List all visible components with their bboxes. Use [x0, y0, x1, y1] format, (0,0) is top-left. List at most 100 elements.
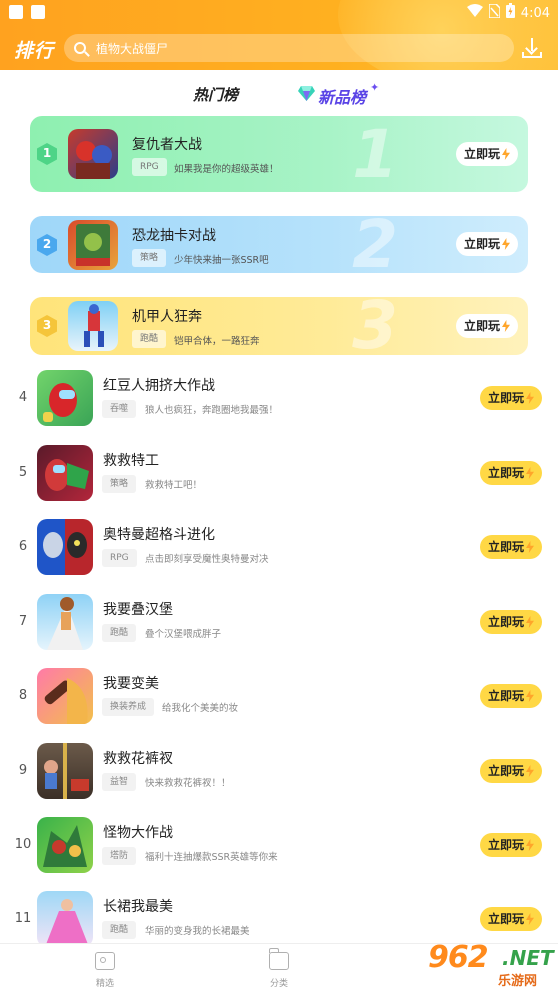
rank-number: 8	[18, 688, 28, 703]
rank-number: 9	[18, 763, 28, 778]
game-name: 我要叠汉堡	[103, 602, 173, 618]
list-item[interactable]: 6 奥特曼超格斗进化 RPG 点击即刻享受魔性奥特曼对决 立即玩	[0, 515, 558, 589]
game-description: 点击即刻享受魔性奥特曼对决	[145, 554, 269, 565]
play-button[interactable]: 立即玩	[480, 461, 542, 485]
game-description: 如果我是你的超级英雄！	[174, 164, 279, 175]
rank-watermark: 3	[352, 297, 398, 355]
search-bar[interactable]: 植物大战僵尸	[64, 34, 514, 62]
list-item[interactable]: 7 我要叠汉堡 跑酷 叠个汉堡喂成胖子 立即玩	[0, 590, 558, 664]
list-item[interactable]: 5 救救特工 策略 救救特工吧！ 立即玩	[0, 441, 558, 515]
rank-watermark: 1	[352, 116, 398, 192]
play-button[interactable]: 立即玩	[456, 142, 518, 166]
folder-icon	[268, 948, 289, 970]
status-bar: 4:04	[0, 0, 558, 24]
game-description: 给我化个美美的妆	[162, 703, 239, 714]
rank-number: 7	[18, 614, 28, 629]
genre-tag: 吞噬	[102, 400, 137, 418]
genre-tag: RPG	[132, 158, 167, 176]
play-button[interactable]: 立即玩	[456, 232, 518, 256]
lightning-icon	[502, 148, 510, 160]
lightning-icon	[526, 541, 534, 553]
search-icon	[74, 42, 86, 54]
play-button[interactable]: 立即玩	[480, 610, 542, 634]
notification-icon	[9, 5, 23, 19]
lightning-icon	[526, 913, 534, 925]
genre-tag: 跑酷	[132, 330, 167, 348]
play-button[interactable]: 立即玩	[480, 833, 542, 857]
download-icon[interactable]	[522, 38, 542, 60]
game-icon	[37, 743, 93, 799]
game-name: 恐龙抽卡对战	[132, 228, 216, 244]
play-button[interactable]: 立即玩	[456, 314, 518, 338]
watermark-number: 962	[428, 940, 489, 975]
tab-new[interactable]: 新品榜	[318, 84, 366, 108]
genre-tag: RPG	[102, 549, 137, 567]
game-description: 快来救救花裤衩！！	[145, 778, 231, 789]
page-title: 排行	[14, 40, 55, 62]
lightning-icon	[502, 238, 510, 250]
play-button[interactable]: 立即玩	[480, 759, 542, 783]
nav-label: 精选	[95, 979, 114, 989]
play-button[interactable]: 立即玩	[480, 684, 542, 708]
play-label: 立即玩	[488, 838, 525, 852]
rank-watermark: 2	[352, 216, 398, 273]
status-time: 4:04	[520, 5, 550, 21]
game-name: 长裙我最美	[103, 899, 173, 915]
game-name: 救救花裤衩	[103, 751, 173, 767]
play-button[interactable]: 立即玩	[480, 386, 542, 410]
genre-tag: 策略	[102, 475, 137, 493]
tab-hot[interactable]: 热门榜	[193, 84, 238, 105]
lightning-icon	[526, 765, 534, 777]
play-label: 立即玩	[488, 466, 525, 480]
watermark-site: 乐游网	[498, 974, 538, 989]
genre-tag: 策略	[132, 249, 167, 267]
top-card-1[interactable]: 1 1 复仇者大战 RPG 如果我是你的超级英雄！ 立即玩	[30, 116, 528, 192]
list-item[interactable]: 4 红豆人拥挤大作战 吞噬 狼人也疯狂，奔跑圈地我最强！ 立即玩	[0, 366, 558, 440]
play-label: 立即玩	[488, 764, 525, 778]
play-label: 立即玩	[488, 912, 525, 926]
play-label: 立即玩	[464, 319, 501, 333]
rank-badge: 2	[37, 234, 57, 256]
lightning-icon	[526, 467, 534, 479]
sparkle-icon: ✦	[370, 81, 380, 94]
game-description: 叠个汉堡喂成胖子	[145, 629, 222, 640]
ranking-tabs: 热门榜 新品榜 ✦	[0, 80, 558, 108]
game-name: 怪物大作战	[103, 825, 173, 841]
game-icon	[37, 519, 93, 575]
rank-number: 10	[14, 837, 32, 852]
game-description: 救救特工吧！	[145, 480, 203, 491]
game-name: 我要变美	[103, 676, 159, 692]
play-button[interactable]: 立即玩	[480, 907, 542, 931]
play-label: 立即玩	[464, 237, 501, 251]
download-arrow	[531, 38, 533, 51]
lightning-icon	[526, 616, 534, 628]
rank-number: 5	[18, 465, 28, 480]
game-icon	[68, 220, 118, 270]
play-button[interactable]: 立即玩	[480, 535, 542, 559]
top-card-2[interactable]: 2 2 恐龙抽卡对战 策略 少年快来抽一张SSR吧 立即玩	[30, 216, 528, 273]
genre-tag: 益智	[102, 773, 137, 791]
site-watermark: 962 .NET 乐游网	[422, 940, 558, 992]
list-item[interactable]: 10 怪物大作战 塔防 福利十连抽爆款SSR英雄等你来 立即玩	[0, 813, 558, 887]
rank-number: 4	[18, 390, 28, 405]
play-label: 立即玩	[488, 689, 525, 703]
genre-tag: 跑酷	[102, 624, 137, 642]
download-tray	[522, 52, 542, 58]
list-item[interactable]: 9 救救花裤衩 益智 快来救救花裤衩！！ 立即玩	[0, 739, 558, 813]
game-description: 华丽的变身我的长裙最美	[145, 926, 250, 937]
top-card-3[interactable]: 3 3 机甲人狂奔 跑酷 铠甲合体，一路狂奔 立即玩	[30, 297, 528, 355]
nav-label: 分类	[269, 979, 288, 989]
gamepad-icon	[95, 952, 115, 970]
nav-item-featured[interactable]: 精选	[75, 952, 135, 989]
rank-badge: 3	[37, 315, 57, 337]
status-indicators: 4:04	[466, 2, 550, 23]
list-item[interactable]: 8 我要变美 换装养成 给我化个美美的妆 立即玩	[0, 664, 558, 738]
notification-icon	[31, 5, 45, 19]
lightning-icon	[526, 839, 534, 851]
nav-item-category[interactable]: 分类	[249, 948, 309, 989]
game-icon	[37, 891, 93, 947]
lightning-icon	[526, 690, 534, 702]
game-name: 复仇者大战	[132, 137, 202, 153]
game-description: 狼人也疯狂，奔跑圈地我最强！	[145, 405, 279, 416]
battery-icon	[505, 3, 515, 23]
